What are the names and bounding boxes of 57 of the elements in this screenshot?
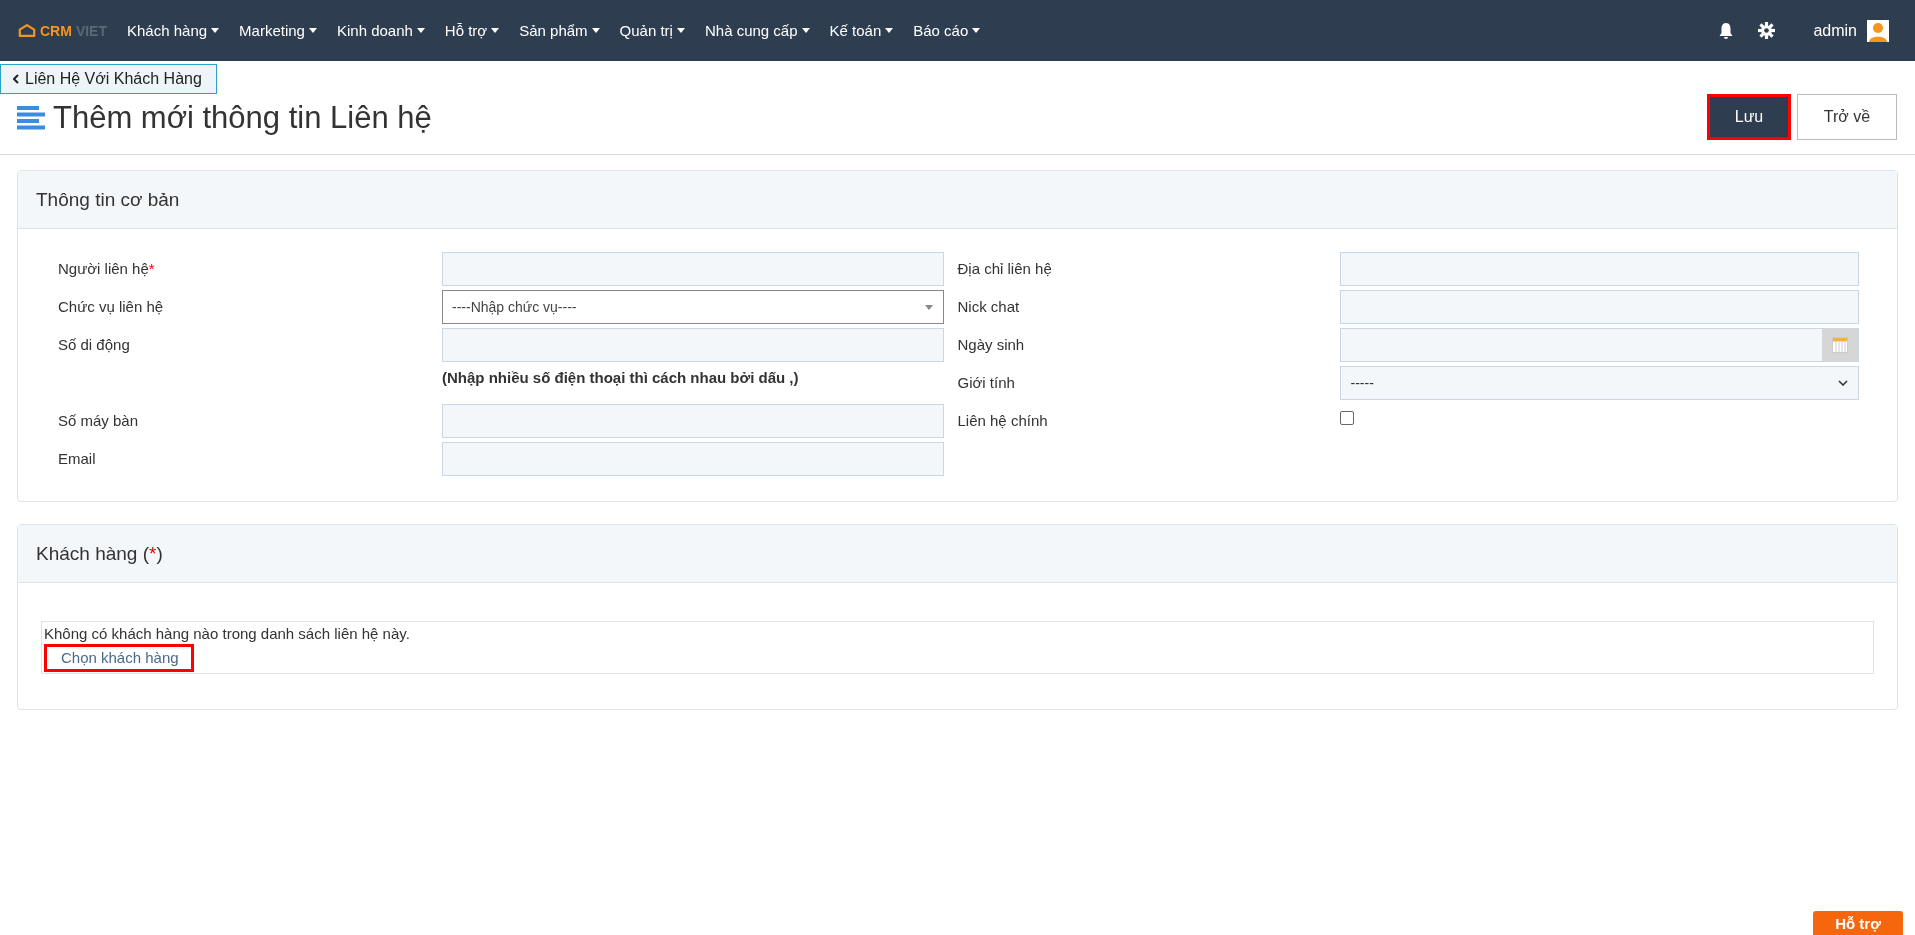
settings-icon[interactable] [1758,22,1776,39]
bell-icon[interactable] [1718,21,1735,40]
caret-icon [491,28,500,33]
list-lines-icon [17,106,47,130]
save-button[interactable]: Lưu [1707,94,1791,140]
caret-icon [972,28,981,33]
checkbox[interactable] [1339,411,1354,425]
field-label: Nick chat [957,297,1021,315]
field-label: Liên hệ chính [957,411,1049,429]
field-hint: (Nhập nhiều số điện thoại thì cách nhau bởi dấu ,) [442,368,800,388]
house-outline-icon [18,23,36,38]
field-label: Địa chỉ liên hệ [957,259,1053,277]
calendar-icon[interactable] [1832,337,1848,353]
nav-menu-item[interactable]: Nhà cung cấp [704,22,810,39]
caret-icon [591,28,600,33]
nav-menu-item[interactable]: Khách hàng [127,22,220,39]
caret-icon [885,28,894,33]
nav-menu-item[interactable]: Báo cáo [913,22,981,39]
field-label: Số di động [58,335,131,353]
caret-icon [211,28,220,33]
user-avatar-icon[interactable] [1867,19,1889,42]
input-field[interactable] [442,442,944,476]
chevron-down-icon [1838,380,1848,386]
dropdown-field[interactable]: ----Nhập chức vụ---- [442,290,944,324]
nav-menu-item[interactable]: Hỗ trợ [444,22,500,39]
panel-title: Thông tin cơ bản [36,188,180,211]
nav-menu-item[interactable]: Quản trị [619,22,685,39]
caret-icon [925,304,933,310]
empty-message: Không có khách hàng nào trong danh sách liên hệ này. [44,625,410,642]
input-field[interactable] [442,404,944,438]
input-field[interactable] [442,252,944,286]
select-field[interactable]: ----- [1339,366,1859,400]
date-field[interactable] [1339,328,1859,362]
field-label: Người liên hệ* [58,259,156,277]
caret-icon [801,28,810,33]
input-field[interactable] [1339,290,1859,324]
input-field[interactable] [442,328,944,362]
user-name[interactable]: admin [1813,21,1857,40]
field-label: Email [58,449,97,467]
nav-menu-item[interactable]: Sản phẩm [519,22,600,39]
back-breadcrumb-link[interactable]: Liên Hệ Với Khách Hàng [0,64,217,94]
nav-menu-item[interactable]: Kinh doanh [336,22,425,39]
back-button[interactable]: Trở về [1797,94,1897,140]
choose-customer-link[interactable]: Chọn khách hàng [44,644,194,672]
nav-menu-item[interactable]: Marketing [239,22,317,39]
field-label: Chức vụ liên hệ [58,297,165,315]
caret-icon [676,28,685,33]
page-title: Thêm mới thông tin Liên hệ [53,100,432,136]
panel-title: Khách hàng (*) [36,542,163,565]
field-label: Số máy bàn [58,411,140,429]
nav-menu-item[interactable]: Kế toán [829,22,894,39]
caret-icon [308,28,317,33]
chevron-left-icon [13,74,19,84]
caret-icon [416,28,425,33]
field-label: Giới tính [957,373,1016,391]
field-label: Ngày sinh [957,335,1026,353]
input-field[interactable] [1339,252,1859,286]
